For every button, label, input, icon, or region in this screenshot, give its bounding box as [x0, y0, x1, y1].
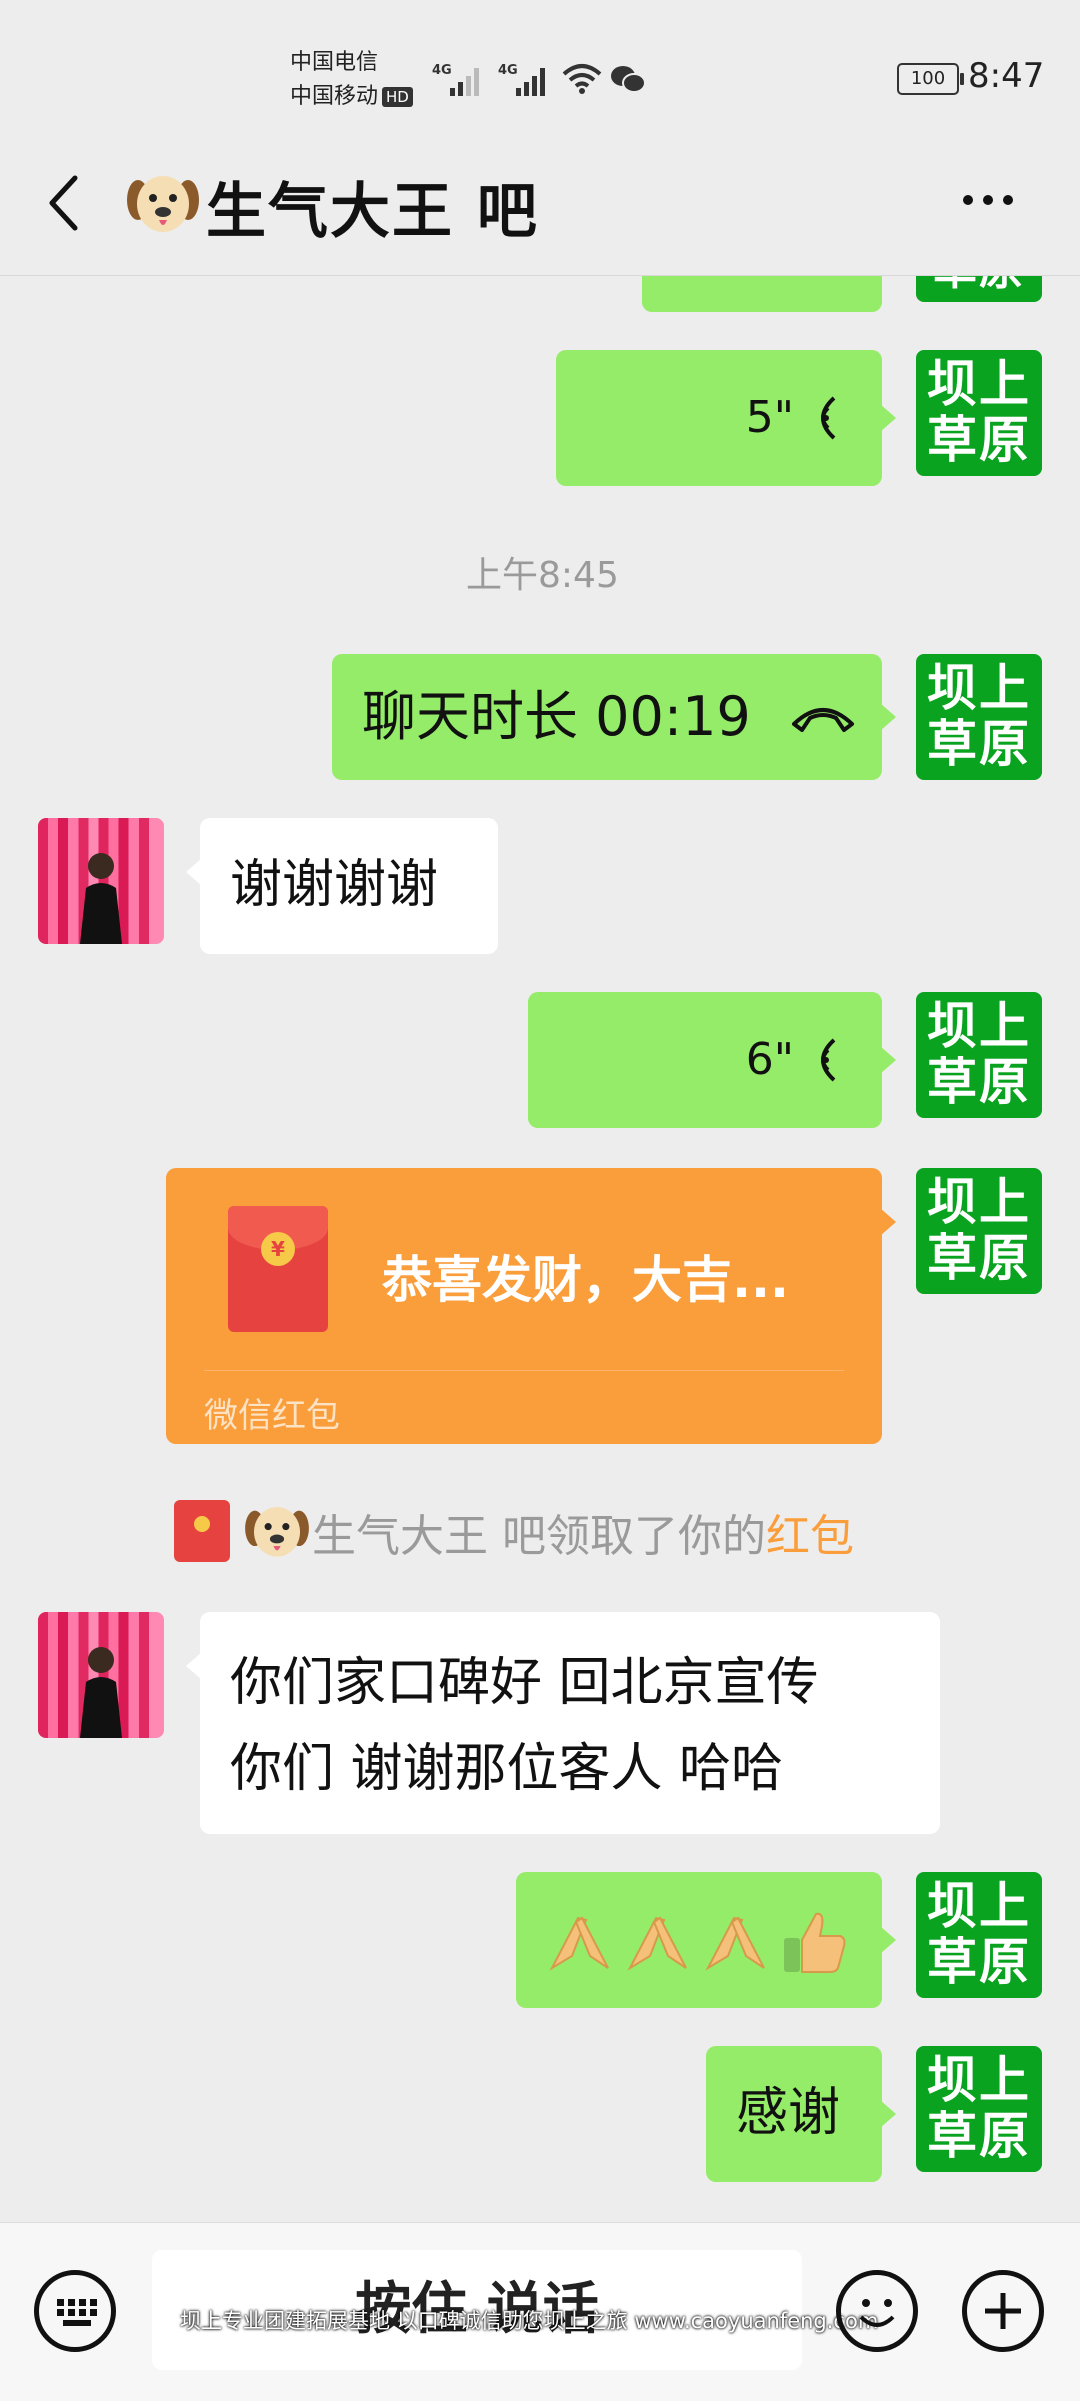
- red-packet-title: 恭喜发财，大吉...: [382, 1251, 789, 1309]
- message-text: 谢谢谢谢: [230, 855, 439, 915]
- my-avatar[interactable]: 坝上 草原: [916, 350, 1042, 476]
- pray-emoji-icon: [705, 1916, 765, 1971]
- voice-message-1[interactable]: 5": [556, 350, 896, 486]
- net-type-1: 4G: [432, 63, 452, 78]
- wifi-icon: [562, 64, 602, 94]
- my-avatar[interactable]: 坝上 草原: [916, 992, 1042, 1118]
- clock: 8:47: [968, 56, 1045, 96]
- my-avatar[interactable]: 坝上 草原: [916, 2046, 1042, 2172]
- emoji-message[interactable]: [516, 1872, 896, 2008]
- my-avatar[interactable]: 坝上 草原: [916, 1168, 1042, 1294]
- emoji-icons: [549, 1912, 846, 1973]
- contact-avatar-photo: [80, 1647, 122, 1738]
- notice-text: 领取了你的: [546, 1511, 766, 1562]
- sent-message[interactable]: 感谢: [706, 2046, 896, 2182]
- voice-wave-icon: [821, 396, 836, 440]
- red-packet-icon: ¥: [228, 1206, 328, 1332]
- received-message[interactable]: 你们家口碑好 回北京宣传 你们 谢谢那位客人 哈哈: [186, 1612, 940, 1834]
- red-packet-message[interactable]: ¥ 恭喜发财，大吉... 微信红包: [166, 1168, 896, 1444]
- dog-face-icon: [245, 1507, 309, 1557]
- call-duration-text: 聊天时长 00:19: [362, 685, 751, 748]
- my-avatar-partial[interactable]: 草原: [916, 276, 1042, 302]
- notice-red-packet-link[interactable]: 红包: [766, 1511, 854, 1562]
- red-packet-small-icon: [174, 1500, 230, 1562]
- message-line-1: 你们家口碑好 回北京宣传: [230, 1653, 819, 1713]
- partial-message-bubble[interactable]: [642, 276, 882, 312]
- emoji-icon[interactable]: [836, 2270, 918, 2352]
- signal-icon-2: 4G: [498, 63, 545, 96]
- watermark-text: 坝上专业团建拓展基地 以口碑诚信助您坝上之旅 www.caoyuanfeng.c…: [180, 2309, 879, 2333]
- carrier-2: 中国移动: [290, 84, 379, 109]
- carrier-info: 中国电信 中国移动 HD: [290, 46, 413, 114]
- net-type-2: 4G: [498, 63, 518, 78]
- voice-duration-1: 5": [745, 392, 794, 443]
- wechat-notification-icon: [611, 66, 646, 93]
- red-packet-notice: 生气大王 吧领取了你的红包: [312, 1500, 854, 1564]
- pray-emoji-icon: [627, 1916, 687, 1971]
- signal-icon-1: 4G: [432, 63, 479, 96]
- divider: [204, 1370, 844, 1371]
- pray-emoji-icon: [549, 1916, 609, 1971]
- plus-icon[interactable]: [962, 2270, 1044, 2352]
- my-avatar[interactable]: 坝上 草原: [916, 654, 1042, 780]
- carrier-1: 中国电信: [290, 50, 379, 75]
- battery-icon: 100: [897, 63, 964, 95]
- contact-avatar[interactable]: [38, 818, 164, 944]
- more-icon[interactable]: [958, 180, 1018, 220]
- phone-hangup-icon: [792, 708, 854, 732]
- message-line-2: 你们 谢谢那位客人 哈哈: [230, 1739, 784, 1799]
- chat-title: 生气大王 吧: [206, 177, 539, 247]
- notice-name: 生气大王 吧: [312, 1511, 546, 1562]
- thumbs-up-emoji-icon: [784, 1912, 846, 1973]
- hd-badge: HD: [382, 87, 413, 107]
- voice-message-2[interactable]: 6": [528, 992, 896, 1128]
- call-record-message[interactable]: 聊天时长 00:19: [332, 654, 896, 780]
- keyboard-icon[interactable]: [34, 2270, 116, 2352]
- voice-duration-2: 6": [745, 1034, 794, 1085]
- dog-face-icon: [127, 176, 199, 232]
- contact-avatar[interactable]: [38, 1612, 164, 1738]
- chevron-left-icon[interactable]: [40, 168, 90, 238]
- red-packet-footer: 微信红包: [204, 1396, 340, 1436]
- contact-avatar-photo: [80, 853, 122, 944]
- received-message[interactable]: 谢谢谢谢: [186, 818, 498, 954]
- message-text: 感谢: [736, 2083, 841, 2143]
- voice-wave-icon: [821, 1038, 836, 1082]
- timestamp: 上午8:45: [466, 555, 619, 596]
- my-avatar[interactable]: 坝上 草原: [916, 1872, 1042, 1998]
